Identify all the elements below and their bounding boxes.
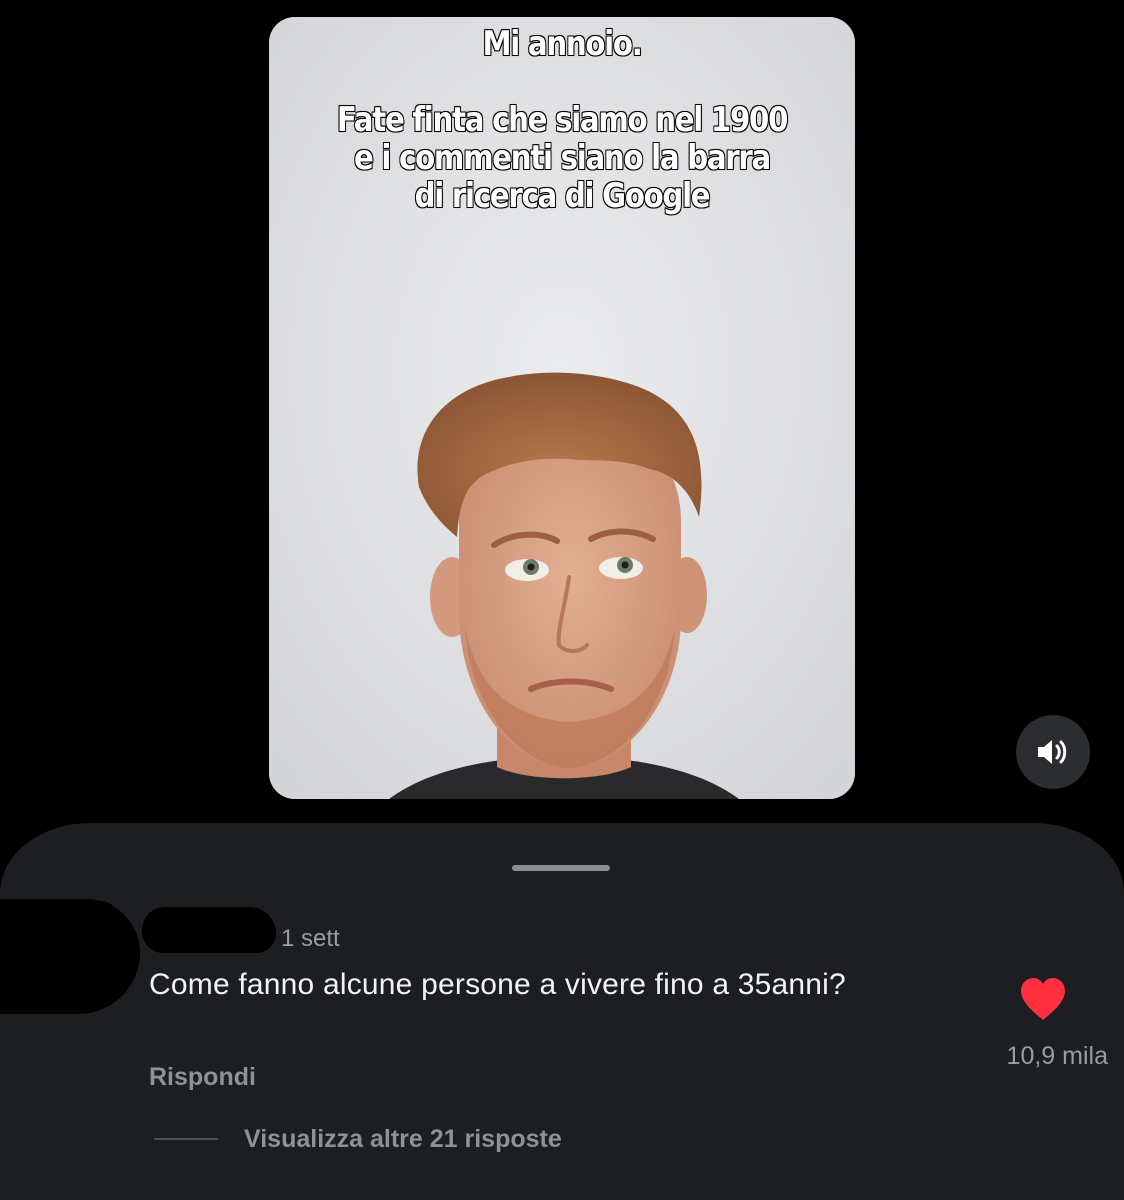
reply-button[interactable]: Rispondi [149,1063,256,1092]
comment-username[interactable] [142,907,276,953]
view-replies-button[interactable]: Visualizza altre 21 risposte [244,1125,562,1154]
speaker-volume-icon [1038,740,1067,764]
comment-timestamp: 1 sett [281,925,340,952]
comment-text: Come fanno alcune persone a vivere fino … [149,968,846,1001]
sound-toggle-button[interactable] [1016,715,1090,789]
comments-sheet: 1 sett Come fanno alcune persone a viver… [0,823,1124,1200]
screen: Mi annoio. Fate finta che siamo nel 1900… [0,0,1124,1200]
heart-filled-icon[interactable] [1018,976,1068,1022]
avatar-redaction [50,901,120,941]
like-count: 10,9 mila [1006,1042,1108,1070]
drag-handle[interactable] [512,865,610,871]
replies-divider [154,1138,218,1140]
video-caption: Mi annoio. Fate finta che siamo nel 1900… [336,24,789,216]
video-preview[interactable]: Mi annoio. Fate finta che siamo nel 1900… [269,17,855,799]
